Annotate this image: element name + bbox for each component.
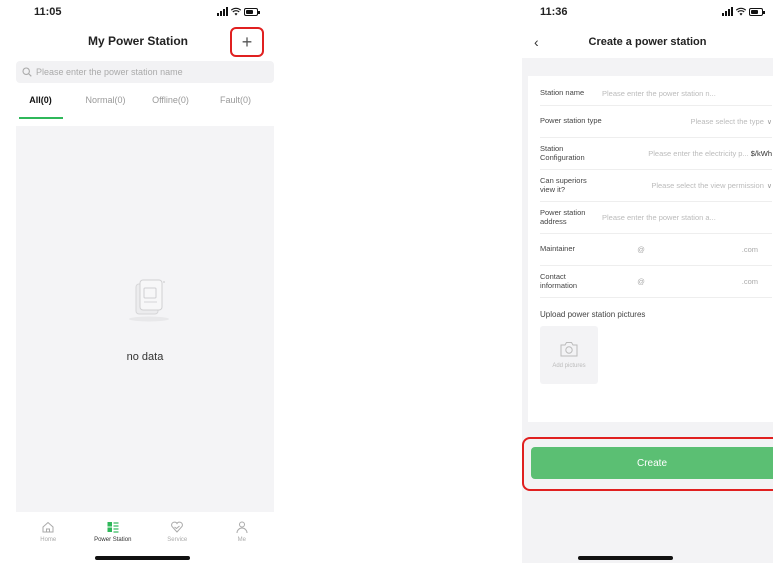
tabbar-label: Home [40, 537, 57, 543]
power-station-icon [107, 522, 119, 533]
email-at-symbol: @ [637, 277, 645, 286]
user-icon [236, 521, 248, 534]
search-icon [22, 67, 32, 77]
page-title: Create a power station [588, 36, 707, 48]
create-button[interactable]: Create [531, 447, 773, 479]
station-form: Station name Please enter the power stat… [528, 76, 773, 422]
status-icons [217, 7, 260, 16]
station-config-row: Station Configuration Please enter the e… [540, 138, 772, 170]
chevron-down-icon: ∨ [766, 182, 772, 190]
status-bar: 11:05 [8, 6, 268, 22]
station-type-select[interactable]: Please select the type ∨ [602, 117, 772, 126]
station-name-row: Station name Please enter the power stat… [540, 82, 772, 106]
home-indicator [578, 556, 673, 560]
wifi-icon [736, 7, 746, 16]
home-icon [42, 521, 54, 533]
chevron-down-icon: ∨ [766, 118, 772, 126]
price-unit: $/kWh [750, 149, 772, 158]
contact-row: Contact information @ .com [540, 266, 772, 298]
add-pictures-label: Add pictures [552, 363, 586, 369]
station-name-label: Station name [540, 88, 585, 98]
tab-fault[interactable]: Fault(0) [203, 95, 268, 115]
status-tabs: All(0) Normal(0) Offline(0) Fault(0) [8, 95, 268, 115]
page-title: My Power Station [87, 34, 188, 48]
add-station-button[interactable]: + [230, 27, 264, 57]
empty-state: no data [16, 126, 274, 512]
contact-label: Contact information [540, 271, 578, 290]
tabbar-label: Power Station [94, 537, 132, 543]
station-name-input[interactable]: Please enter the power station n... [602, 89, 772, 98]
tab-normal[interactable]: Normal(0) [73, 95, 138, 115]
station-address-input[interactable]: Please enter the power station a... [602, 213, 772, 222]
tabbar-item-service[interactable]: Service [145, 520, 210, 552]
battery-icon [749, 8, 765, 16]
add-pictures-button[interactable]: Add pictures [540, 326, 598, 384]
station-type-label: Power station type [540, 116, 602, 126]
empty-text: no data [126, 351, 164, 363]
maintainer-label: Maintainer [540, 244, 576, 254]
station-type-row: Power station type Please select the typ… [540, 106, 772, 138]
maintainer-email-input[interactable]: @ .com [602, 245, 772, 254]
service-icon [171, 521, 184, 533]
tabbar-label: Me [237, 537, 246, 543]
tabbar-item-me[interactable]: Me [210, 520, 275, 552]
home-indicator [95, 556, 190, 560]
signal-icon [722, 7, 733, 16]
status-time: 11:05 [34, 6, 62, 18]
battery-icon [244, 8, 260, 16]
email-at-symbol: @ [637, 245, 645, 254]
station-type-placeholder: Please select the type [690, 117, 764, 126]
tab-all[interactable]: All(0) [8, 95, 73, 115]
empty-document-icon [129, 279, 169, 322]
bottom-tab-bar: Home Power Station Service Me [16, 520, 274, 552]
upload-pictures-label: Upload power station pictures [540, 310, 646, 319]
email-domain-suffix: .com [741, 245, 758, 254]
wifi-icon [231, 7, 241, 16]
my-power-station-screen: 11:05 My Power Station + Please enter th… [8, 0, 274, 563]
tabbar-label: Service [167, 537, 188, 543]
station-address-label: Power station address [540, 207, 586, 226]
view-permission-placeholder: Please select the view permission [651, 181, 764, 190]
view-permission-label: Can superiors view it? [540, 175, 587, 194]
tabbar-item-power-station[interactable]: Power Station [81, 520, 146, 552]
status-time: 11:36 [540, 6, 568, 18]
maintainer-row: Maintainer @ .com [540, 234, 772, 266]
email-domain-suffix: .com [741, 277, 758, 286]
search-input[interactable]: Please enter the power station name [16, 61, 274, 83]
status-bar: 11:36 [522, 6, 773, 22]
camera-icon [560, 342, 578, 357]
electricity-price-placeholder: Please enter the electricity p... [648, 149, 749, 158]
electricity-price-input[interactable]: Please enter the electricity p... $/kWh [602, 149, 772, 158]
screenshot-stage: 11:05 My Power Station + Please enter th… [0, 0, 773, 563]
view-permission-select[interactable]: Please select the view permission ∨ [602, 181, 772, 190]
search-placeholder: Please enter the power station name [36, 67, 183, 77]
tabbar-item-home[interactable]: Home [16, 520, 81, 552]
tab-offline[interactable]: Offline(0) [138, 95, 203, 115]
station-address-row: Power station address Please enter the p… [540, 202, 772, 234]
contact-email-input[interactable]: @ .com [602, 277, 772, 286]
station-config-label: Station Configuration [540, 143, 585, 162]
view-permission-row: Can superiors view it? Please select the… [540, 170, 772, 202]
status-icons [722, 7, 765, 16]
signal-icon [217, 7, 228, 16]
